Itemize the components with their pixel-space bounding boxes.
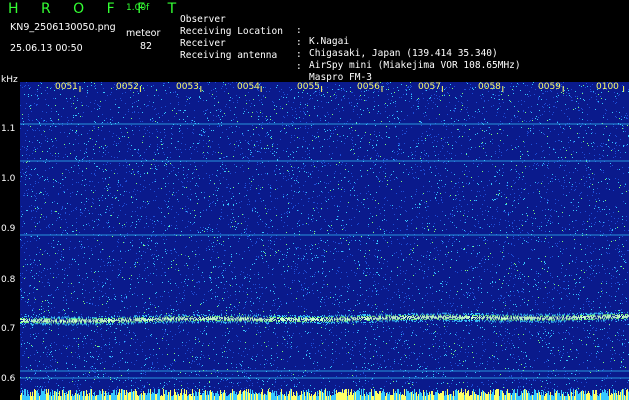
y-tick-label: 0.7 bbox=[1, 324, 16, 334]
app-title: H R O F F T bbox=[8, 1, 186, 17]
y-tick-label: 0.8 bbox=[1, 275, 16, 285]
info-colon: : bbox=[296, 25, 302, 36]
header-panel: H R O F F T 1.00f KN9_2506130050.png met… bbox=[0, 0, 629, 83]
time-label: 0053 bbox=[176, 82, 199, 92]
datetime-label: 25.06.13 00:50 bbox=[10, 43, 83, 54]
y-tick-label: 0.6 bbox=[1, 374, 16, 384]
time-label: 0054 bbox=[237, 82, 260, 92]
time-label: 0056 bbox=[357, 82, 380, 92]
y-tick-label: 1.1 bbox=[1, 124, 16, 134]
info-value: Chigasaki, Japan (139.414 35.340) bbox=[309, 48, 498, 59]
spectrogram bbox=[20, 82, 629, 400]
time-label: 0055 bbox=[297, 82, 320, 92]
info-colon: : bbox=[296, 49, 302, 60]
spectrogram-canvas bbox=[20, 82, 629, 400]
info-colon: : bbox=[296, 37, 302, 48]
info-value: AirSpy mini (Miakejima VOR 108.65MHz) bbox=[309, 60, 521, 71]
time-label: 0057 bbox=[418, 82, 441, 92]
meteor-label: meteor bbox=[126, 28, 161, 39]
time-label: 0058 bbox=[478, 82, 501, 92]
y-tick-label: 1.0 bbox=[1, 174, 16, 184]
info-value: K.Nagai bbox=[309, 36, 350, 47]
info-key: Receiving antenna bbox=[180, 50, 278, 61]
y-axis: 1.1 1.0 0.9 0.8 0.7 0.6 bbox=[0, 82, 20, 400]
filename-label: KN9_2506130050.png bbox=[10, 22, 116, 33]
time-label: 0051 bbox=[55, 82, 78, 92]
time-label: 0059 bbox=[538, 82, 561, 92]
time-label: 0052 bbox=[116, 82, 139, 92]
meteor-count: 82 bbox=[140, 41, 153, 52]
time-label: 0100 bbox=[596, 82, 619, 92]
version-label: 1.00f bbox=[126, 3, 150, 13]
info-colon: : bbox=[296, 61, 302, 72]
y-tick-label: 0.9 bbox=[1, 224, 16, 234]
